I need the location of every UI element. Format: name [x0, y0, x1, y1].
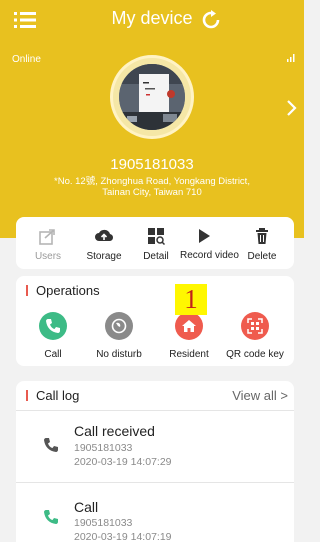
- phone-icon: [46, 319, 60, 333]
- users-label: Users: [34, 251, 62, 262]
- call-operation-button[interactable]: Call: [18, 312, 88, 364]
- detail-label: Detail: [143, 251, 169, 262]
- call-log-item[interactable]: Call received 1905181033 2020-03-19 14:0…: [16, 411, 294, 481]
- record-video-label: Record video: [180, 250, 239, 261]
- device-avatar[interactable]: [110, 55, 194, 139]
- storage-label: Storage: [86, 251, 122, 262]
- device-photo: [119, 64, 185, 130]
- record-video-button[interactable]: Record video: [180, 217, 239, 269]
- share-icon: [39, 229, 55, 245]
- call-operation-label: Call: [44, 349, 62, 360]
- signal-icon: [287, 54, 295, 62]
- call-time: 2020-03-19 14:07:19: [74, 531, 172, 542]
- detail-button[interactable]: Detail: [136, 217, 176, 269]
- no-disturb-circle: [105, 312, 133, 340]
- refresh-icon[interactable]: [201, 10, 221, 30]
- detail-icon: [148, 228, 165, 245]
- call-circle: [39, 312, 67, 340]
- call-number: 1905181033: [74, 442, 133, 454]
- resident-label: Resident: [169, 349, 209, 360]
- call-number: 1905181033: [74, 517, 133, 529]
- call-log-title: Call log: [36, 388, 80, 403]
- resident-button[interactable]: Resident: [154, 312, 224, 364]
- operations-card: Operations Call No disturb Resident QR c…: [16, 276, 294, 366]
- storage-button[interactable]: Storage: [80, 217, 128, 269]
- play-icon: [199, 229, 210, 243]
- call-type: Call received: [74, 423, 155, 439]
- call-type: Call: [74, 499, 99, 515]
- delete-label: Delete: [247, 251, 277, 262]
- qr-code-circle: [241, 312, 269, 340]
- home-icon: [182, 320, 196, 332]
- no-disturb-icon: [111, 318, 127, 334]
- page-title: My device: [111, 8, 193, 28]
- cloud-upload-icon: [95, 229, 114, 242]
- chevron-right-icon[interactable]: [286, 98, 298, 118]
- annotation-badge: 1: [175, 284, 207, 315]
- resident-circle: [175, 312, 203, 340]
- no-disturb-label: No disturb: [96, 349, 142, 360]
- call-log-item[interactable]: Call 1905181033 2020-03-19 14:07:19: [16, 483, 294, 542]
- online-status: Online: [12, 54, 41, 65]
- qr-code-key-label: QR code key: [226, 349, 284, 360]
- users-button[interactable]: Users: [28, 217, 68, 269]
- trash-icon: [256, 228, 268, 244]
- no-disturb-button[interactable]: No disturb: [84, 312, 154, 364]
- view-all-link[interactable]: View all >: [232, 388, 288, 403]
- phone-icon: [44, 510, 58, 524]
- qr-code-icon: [247, 318, 263, 334]
- section-marker: [26, 390, 28, 401]
- device-header: My device Online 1905181033 *No. 12號, Zh…: [0, 0, 304, 238]
- device-phone-number: 1905181033: [110, 156, 194, 173]
- operations-title: Operations: [36, 283, 100, 298]
- qr-code-key-button[interactable]: QR code key: [220, 312, 290, 364]
- call-log-card: Call log View all > Call received 190518…: [16, 381, 294, 542]
- device-address: *No. 12號, Zhonghua Road, Yongkang Distri…: [54, 176, 250, 198]
- call-time: 2020-03-19 14:07:29: [74, 456, 172, 468]
- device-actions-bar: Users Storage Detail Record video Delete: [16, 217, 294, 269]
- section-marker: [26, 285, 28, 296]
- delete-button[interactable]: Delete: [238, 217, 286, 269]
- phone-icon: [44, 438, 58, 452]
